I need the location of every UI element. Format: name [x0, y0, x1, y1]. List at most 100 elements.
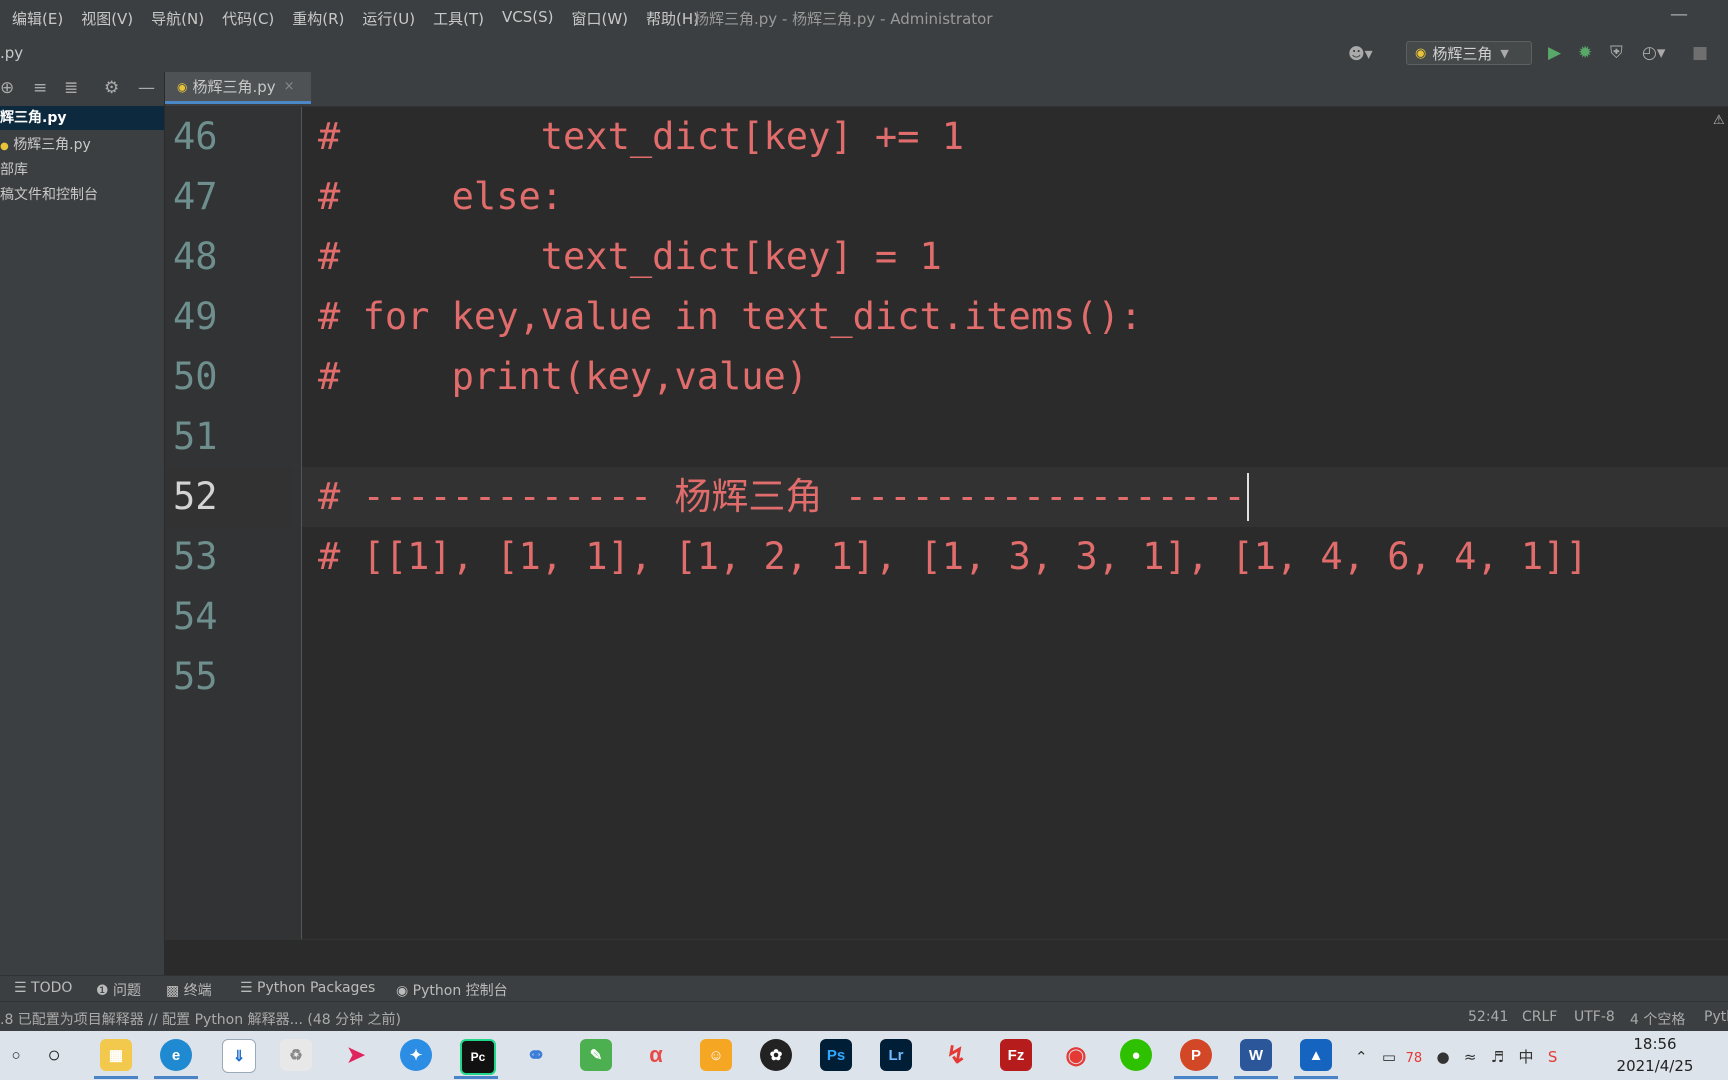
code-editor[interactable]: 46 47 48 49 50 51 52 53 54 55 # text_dict[key] +=… [165, 107, 1728, 939]
line-separator[interactable]: CRLF [1522, 1009, 1557, 1025]
code-line[interactable] [302, 407, 1728, 467]
search-icon[interactable]: ○ [0, 1039, 32, 1071]
code-line[interactable] [302, 647, 1728, 707]
code-line[interactable]: # [[1], [1, 1], [1, 2, 1], [1, 3, 3, 1],… [302, 527, 1728, 587]
line-number: 53 [173, 535, 218, 578]
menu-help[interactable]: 帮助(H) [646, 8, 699, 29]
code-line[interactable]: # text_dict[key] = 1 [302, 227, 1728, 287]
menu-window[interactable]: 窗口(W) [571, 8, 628, 29]
file-explorer-icon[interactable]: ▦ [100, 1039, 132, 1071]
horizontal-scrollbar[interactable] [165, 939, 1728, 976]
tool-window-problems[interactable]: ❶ 问题 [96, 980, 141, 1000]
tree-item-libraries[interactable]: 部库 [0, 159, 28, 179]
snail-icon[interactable]: ◉ [1060, 1039, 1092, 1071]
coverage-icon[interactable]: ⛨ [1610, 43, 1623, 63]
project-toolbar: ⊕ ≡ ≣ ⚙ — [0, 72, 164, 106]
hide-icon[interactable]: — [138, 78, 155, 98]
browser-icon[interactable]: ⚭ [520, 1039, 552, 1071]
line-number: 49 [173, 295, 218, 338]
interpreter-setting[interactable]: Pyth [1704, 1009, 1728, 1025]
menu-view[interactable]: 视图(V) [81, 8, 133, 29]
powerpoint-icon[interactable]: P [1180, 1039, 1212, 1071]
tree-item-root[interactable]: 辉三角.py [0, 106, 164, 130]
code-line[interactable] [302, 587, 1728, 647]
filezilla-icon[interactable]: Fz [1000, 1039, 1032, 1071]
python-file-icon: ● [0, 141, 9, 152]
photoshop-icon[interactable]: Ps [820, 1039, 852, 1071]
menu-refactor[interactable]: 重构(R) [292, 8, 344, 29]
line-number: 50 [173, 355, 218, 398]
microphone-icon[interactable]: ● [1436, 1048, 1449, 1066]
chevron-up-icon[interactable]: ⌃ [1355, 1048, 1368, 1066]
code-line[interactable]: # for key,value in text_dict.items(): [302, 287, 1728, 347]
recycle-bin-icon[interactable]: ♻ [280, 1039, 312, 1071]
tool-window-python-packages[interactable]: ☰ Python Packages [240, 980, 375, 996]
run-configuration-select[interactable]: ◉ 杨辉三角 ▼ [1406, 41, 1532, 65]
tab-yanghui-py[interactable]: ◉ 杨辉三角.py × [165, 72, 311, 104]
wechat-icon[interactable]: ● [1120, 1039, 1152, 1071]
tool-window-terminal[interactable]: ▩ 终端 [166, 980, 212, 1000]
send-icon[interactable]: ➤ [340, 1039, 372, 1071]
gear-icon[interactable]: ⚙ [104, 78, 119, 98]
line-number: 46 [173, 115, 218, 158]
locate-icon[interactable]: ⊕ [0, 78, 14, 98]
tree-item-file[interactable]: ● 杨辉三角.py [0, 134, 91, 154]
tree-item-scratches[interactable]: 稿文件和控制台 [0, 184, 98, 204]
warning-icon[interactable]: ⚠ [1713, 113, 1725, 128]
status-message[interactable]: .8 已配置为项目解释器 // 配置 Python 解释器... (48 分钟 … [0, 1009, 401, 1029]
collapse-all-icon[interactable]: ≣ [64, 78, 78, 98]
pycharm-icon[interactable]: Pc [460, 1039, 496, 1075]
minimize-icon[interactable]: — [1670, 4, 1688, 25]
tool-window-todo[interactable]: ☰ TODO [14, 980, 72, 996]
breadcrumb[interactable]: .py [0, 44, 23, 62]
volume-icon[interactable]: ♬ [1491, 1048, 1504, 1066]
navigation-bar: .py ☻▾ ◉ 杨辉三角 ▼ ▶ ✹ ⛨ ◴▾ ■ [0, 36, 1728, 73]
chat-icon[interactable]: ☺ [700, 1039, 732, 1071]
profile-icon[interactable]: ◴▾ [1642, 43, 1665, 63]
line-number-gutter: 46 47 48 49 50 51 52 53 54 55 [165, 107, 302, 939]
lightroom-icon[interactable]: Lr [880, 1039, 912, 1071]
menu-run[interactable]: 运行(U) [362, 8, 415, 29]
tool-window-label: Python 控制台 [412, 983, 508, 999]
task-view-icon[interactable]: ○ [38, 1039, 70, 1071]
debug-icon[interactable]: ✹ [1578, 43, 1592, 63]
app-icon[interactable]: ↯ [940, 1039, 972, 1071]
running-indicator [1294, 1076, 1338, 1079]
python-icon: ◉ [396, 983, 409, 999]
code-line[interactable]: # text_dict[key] += 1 [302, 107, 1728, 167]
run-icon[interactable]: ▶ [1548, 43, 1561, 63]
sogou-icon[interactable]: S [1548, 1048, 1558, 1066]
code-line[interactable]: # ------------- 杨辉三角 ------------------ [302, 467, 1728, 527]
notepad-icon[interactable]: ✎ [580, 1039, 612, 1071]
editor-text-area[interactable]: # text_dict[key] += 1 # else: # text_dict[… [302, 107, 1728, 939]
word-icon[interactable]: W [1240, 1039, 1272, 1071]
code-line[interactable]: # print(key,value) [302, 347, 1728, 407]
feather-icon[interactable]: ✦ [400, 1039, 432, 1071]
edge-icon[interactable]: e [160, 1039, 192, 1071]
menu-tools[interactable]: 工具(T) [433, 8, 484, 29]
user-icon[interactable]: ☻▾ [1348, 44, 1373, 63]
file-encoding[interactable]: UTF-8 [1574, 1009, 1615, 1025]
download-icon[interactable]: ⇓ [222, 1039, 256, 1073]
input-method[interactable]: 中 [1519, 1048, 1534, 1066]
clock-date: 2021/4/25 [1616, 1057, 1694, 1075]
clock[interactable]: 18:56 2021/4/25 [1610, 1033, 1700, 1077]
indent-setting[interactable]: 4 个空格 [1630, 1009, 1685, 1029]
info-icon: ❶ [96, 983, 109, 999]
photos-icon[interactable]: ▲ [1300, 1039, 1332, 1071]
battery-icon[interactable]: ▭ [1382, 1048, 1396, 1066]
app-label: W [1248, 1046, 1264, 1064]
close-icon[interactable]: × [284, 79, 295, 94]
menu-vcs[interactable]: VCS(S) [502, 8, 553, 29]
wifi-icon[interactable]: ≈ [1464, 1048, 1477, 1066]
davinci-icon[interactable]: ✿ [760, 1039, 792, 1071]
tool-window-python-console[interactable]: ◉ Python 控制台 [396, 980, 508, 1000]
stop-icon[interactable]: ■ [1692, 43, 1708, 63]
menu-edit[interactable]: 编辑(E) [12, 8, 63, 29]
expand-all-icon[interactable]: ≡ [33, 78, 47, 98]
menu-navigate[interactable]: 导航(N) [151, 8, 204, 29]
caret-position[interactable]: 52:41 [1468, 1009, 1508, 1025]
menu-code[interactable]: 代码(C) [222, 8, 274, 29]
music-icon[interactable]: α [640, 1039, 672, 1071]
code-line[interactable]: # else: [302, 167, 1728, 227]
